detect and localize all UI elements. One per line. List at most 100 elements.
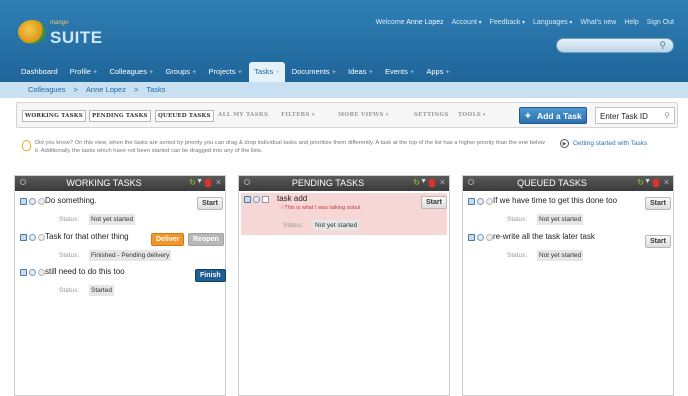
page: { "header": { "logo_small": "mango", "lo…	[0, 0, 688, 396]
info-icon[interactable]	[29, 269, 36, 276]
note-icon[interactable]	[468, 198, 475, 205]
note-icon[interactable]	[244, 196, 251, 203]
more-views-dropdown[interactable]: MORE VIEWS	[338, 112, 389, 118]
task-name[interactable]: task add	[277, 194, 307, 203]
clock-icon[interactable]	[38, 234, 45, 241]
whats-new-link[interactable]: What's new	[580, 19, 616, 26]
task-icons	[468, 234, 493, 241]
nav-tasks[interactable]: Tasks	[249, 62, 285, 82]
nav-ideas[interactable]: Ideas	[343, 62, 378, 82]
nav-profile[interactable]: Profile	[65, 62, 103, 82]
task-item[interactable]: Do something. Status: Not yet started St…	[17, 195, 223, 229]
note-icon[interactable]	[20, 198, 27, 205]
finish-button[interactable]: Finish	[195, 269, 226, 282]
sign-out-link[interactable]: Sign Out	[647, 19, 674, 26]
close-icon[interactable]: ×	[216, 177, 221, 187]
pdf-icon[interactable]	[429, 179, 435, 187]
getting-started-link[interactable]: Getting started with Tasks	[573, 140, 647, 147]
breadcrumb-user[interactable]: Anne Lopez	[86, 85, 126, 98]
task-item[interactable]: Task for that other thing Status: Finish…	[17, 231, 224, 265]
logo-big-text: SUITE	[50, 28, 103, 47]
filter-icon[interactable]: ▼	[644, 178, 651, 185]
info-icon[interactable]	[253, 196, 260, 203]
feedback-menu[interactable]: Feedback	[490, 19, 525, 26]
task-id-input[interactable]: Enter Task ID ⚲	[595, 107, 675, 124]
column-title: PENDING TASKS	[291, 178, 365, 188]
task-item[interactable]: task add This is what I was talking aobu…	[241, 193, 447, 235]
add-icon: ✚	[525, 113, 531, 120]
close-icon[interactable]: ×	[440, 177, 445, 187]
add-task-button[interactable]: ✚ Add a Task	[519, 107, 587, 124]
info-icon[interactable]	[29, 234, 36, 241]
mango-suite-logo[interactable]: mango SUITE	[18, 14, 102, 54]
clock-icon[interactable]	[38, 269, 45, 276]
close-icon[interactable]: ×	[664, 177, 669, 187]
column-title: QUEUED TASKS	[517, 178, 587, 188]
start-button[interactable]: Start	[645, 235, 671, 248]
task-name[interactable]: Task for that other thing	[45, 232, 129, 241]
tools-dropdown[interactable]: TOOLS	[458, 112, 486, 118]
search-icon[interactable]: ⚲	[664, 111, 670, 120]
task-name[interactable]: re-write all the task later task	[493, 232, 595, 241]
reopen-button[interactable]: Reopen	[188, 233, 224, 246]
clock-icon[interactable]	[38, 198, 45, 205]
languages-menu[interactable]: Languages	[533, 19, 572, 26]
refresh-icon[interactable]: ↻	[637, 178, 644, 187]
main-nav: Dashboard Profile Colleagues Groups Proj…	[0, 62, 688, 82]
status-label: Status:	[59, 287, 80, 294]
nav-documents[interactable]: Documents	[287, 62, 341, 82]
breadcrumb-colleagues[interactable]: Colleagues	[28, 85, 66, 98]
breadcrumb-separator: >	[73, 85, 78, 94]
play-icon[interactable]: ▶	[560, 139, 569, 148]
deliver-button[interactable]: Deliver	[151, 233, 185, 246]
info-icon[interactable]	[29, 198, 36, 205]
start-button[interactable]: Start	[421, 196, 447, 209]
task-item[interactable]: still need to do this too Status: Starte…	[17, 266, 226, 300]
info-icon[interactable]	[477, 198, 484, 205]
nav-apps[interactable]: Apps	[421, 62, 455, 82]
clock-icon[interactable]	[486, 234, 493, 241]
nav-groups[interactable]: Groups	[160, 62, 201, 82]
status-value: Started	[89, 285, 114, 296]
start-button[interactable]: Start	[197, 197, 223, 210]
filters-dropdown[interactable]: FILTERS	[281, 112, 315, 118]
pending-tasks-column: PENDING TASKS ↻ ▼ × task add This is wha…	[238, 175, 450, 396]
header: mango SUITE Welcome Anne Lopez Account F…	[0, 0, 688, 82]
global-search-input[interactable]: ⚲	[556, 38, 674, 53]
view-queued-tasks-button[interactable]: QUEUED TASKS	[155, 110, 214, 122]
filter-icon[interactable]: ▼	[196, 178, 203, 185]
user-name-link[interactable]: Anne Lopez	[406, 19, 443, 26]
info-icon[interactable]	[477, 234, 484, 241]
checkbox-icon[interactable]	[262, 196, 269, 203]
note-icon[interactable]	[468, 234, 475, 241]
task-name[interactable]: still need to do this too	[45, 267, 125, 276]
nav-colleagues[interactable]: Colleagues	[104, 62, 158, 82]
help-link[interactable]: Help	[624, 19, 638, 26]
filter-icon[interactable]: ▼	[420, 178, 427, 185]
refresh-icon[interactable]: ↻	[413, 178, 420, 187]
pdf-icon[interactable]	[205, 179, 211, 187]
tip-text: Did you know? On this view, when the tas…	[35, 140, 545, 154]
all-my-tasks-button[interactable]: ALL MY TASKS	[218, 112, 268, 118]
refresh-icon[interactable]: ↻	[189, 178, 196, 187]
nav-projects[interactable]: Projects	[204, 62, 248, 82]
view-working-tasks-button[interactable]: WORKING TASKS	[22, 110, 86, 122]
account-menu[interactable]: Account	[452, 19, 482, 26]
nav-dashboard[interactable]: Dashboard	[16, 62, 63, 82]
task-item[interactable]: re-write all the task later task Status:…	[465, 231, 671, 265]
task-name[interactable]: Do something.	[45, 196, 97, 205]
view-pending-tasks-button[interactable]: PENDING TASKS	[89, 110, 151, 122]
settings-button[interactable]: SETTINGS	[414, 112, 449, 118]
pdf-icon[interactable]	[653, 179, 659, 187]
note-icon[interactable]	[20, 269, 27, 276]
task-icons	[244, 196, 269, 203]
search-icon[interactable]: ⚲	[659, 40, 666, 51]
task-name[interactable]: If we have time to get this done too	[493, 196, 617, 205]
task-item[interactable]: If we have time to get this done too Sta…	[465, 195, 671, 229]
start-button[interactable]: Start	[645, 197, 671, 210]
note-icon[interactable]	[20, 234, 27, 241]
queued-tasks-column: QUEUED TASKS ↻ ▼ × If we have time to ge…	[462, 175, 674, 396]
nav-events[interactable]: Events	[380, 62, 419, 82]
task-toolbar: WORKING TASKS PENDING TASKS QUEUED TASKS…	[16, 102, 678, 128]
clock-icon[interactable]	[486, 198, 493, 205]
